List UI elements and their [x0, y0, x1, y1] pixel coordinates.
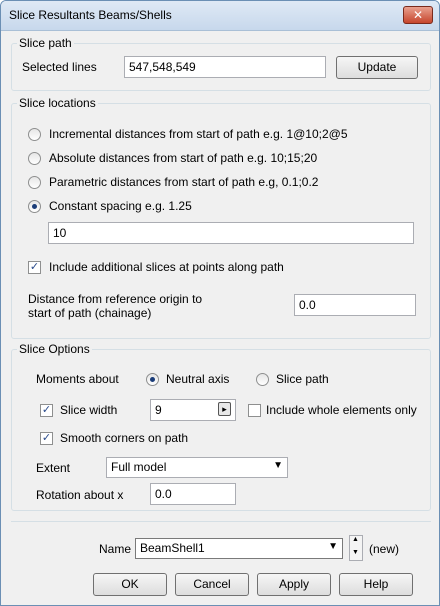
- extent-select[interactable]: Full model ▼: [106, 457, 288, 478]
- absolute-radio[interactable]: [28, 152, 41, 165]
- rotation-input[interactable]: 0.0: [150, 483, 236, 505]
- name-value: BeamShell1: [140, 541, 205, 555]
- smooth-corners-label: Smooth corners on path: [60, 431, 189, 445]
- selected-lines-label: Selected lines: [22, 60, 97, 74]
- dialog-content: Slice path Selected lines 547,548,549 Up…: [7, 33, 433, 601]
- constant-spacing-label: Constant spacing e.g. 1.25: [49, 199, 192, 213]
- close-icon: ✕: [412, 8, 424, 22]
- ok-button[interactable]: OK: [93, 573, 167, 596]
- slice-path-radio[interactable]: [256, 373, 269, 386]
- close-button[interactable]: ✕: [403, 6, 433, 24]
- spinner-down-icon[interactable]: ▼: [352, 549, 359, 556]
- slice-width-input[interactable]: 9 ▸: [150, 399, 236, 421]
- check-icon: ✓: [29, 261, 40, 273]
- include-additional-label: Include additional slices at points alon…: [49, 260, 284, 274]
- extent-label: Extent: [36, 461, 71, 475]
- slice-path-group-label: Slice path: [17, 36, 74, 50]
- slice-width-value: 9: [155, 403, 162, 417]
- spinner-icon[interactable]: ▸: [218, 402, 231, 416]
- dialog-window: Slice Resultants Beams/Shells ✕ Slice pa…: [0, 0, 440, 606]
- slice-options-group-label: Slice Options: [17, 342, 92, 356]
- extent-value: Full model: [111, 460, 167, 474]
- absolute-label: Absolute distances from start of path e.…: [49, 151, 318, 165]
- chainage-label-line2: start of path (chainage): [28, 306, 152, 320]
- chevron-down-icon: ▼: [328, 541, 338, 552]
- name-select[interactable]: BeamShell1 ▼: [135, 538, 343, 559]
- moments-about-label: Moments about: [36, 372, 119, 386]
- neutral-axis-radio[interactable]: [146, 373, 159, 386]
- slice-path-group: Slice path Selected lines 547,548,549 Up…: [11, 36, 431, 91]
- slice-locations-group-label: Slice locations: [17, 96, 98, 110]
- apply-button[interactable]: Apply: [257, 573, 331, 596]
- name-label: Name: [99, 542, 132, 556]
- spacing-input[interactable]: 10: [48, 222, 414, 244]
- check-icon: ✓: [41, 404, 52, 416]
- include-whole-label: Include whole elements only: [266, 403, 417, 417]
- include-additional-checkbox[interactable]: ✓: [28, 261, 41, 274]
- include-whole-checkbox[interactable]: [248, 404, 261, 417]
- new-label: (new): [369, 542, 400, 556]
- incremental-radio[interactable]: [28, 128, 41, 141]
- update-button[interactable]: Update: [336, 56, 418, 79]
- parametric-label: Parametric distances from start of path …: [49, 175, 319, 189]
- help-button[interactable]: Help: [339, 573, 413, 596]
- selected-lines-input[interactable]: 547,548,549: [124, 56, 326, 78]
- rotation-label: Rotation about x: [36, 488, 124, 502]
- separator: [11, 521, 431, 522]
- title-bar: Slice Resultants Beams/Shells ✕: [1, 1, 439, 31]
- chevron-down-icon: ▼: [273, 460, 283, 471]
- name-spinner[interactable]: ▲ ▼: [349, 535, 363, 561]
- check-icon: ✓: [41, 432, 52, 444]
- neutral-axis-label: Neutral axis: [166, 372, 230, 386]
- window-title: Slice Resultants Beams/Shells: [9, 8, 172, 22]
- spinner-up-icon[interactable]: ▲: [352, 536, 359, 543]
- chainage-input[interactable]: 0.0: [294, 294, 416, 316]
- slice-width-checkbox[interactable]: ✓: [40, 404, 53, 417]
- smooth-corners-checkbox[interactable]: ✓: [40, 432, 53, 445]
- parametric-radio[interactable]: [28, 176, 41, 189]
- slice-options-group: Slice Options Moments about Neutral axis…: [11, 342, 431, 511]
- cancel-button[interactable]: Cancel: [175, 573, 249, 596]
- constant-spacing-radio[interactable]: [28, 200, 41, 213]
- slice-path-radio-label: Slice path: [276, 372, 329, 386]
- incremental-label: Incremental distances from start of path…: [49, 127, 348, 141]
- slice-locations-group: Slice locations Incremental distances fr…: [11, 96, 431, 339]
- slice-width-label: Slice width: [60, 403, 118, 417]
- chainage-label-line1: Distance from reference origin to: [28, 292, 203, 306]
